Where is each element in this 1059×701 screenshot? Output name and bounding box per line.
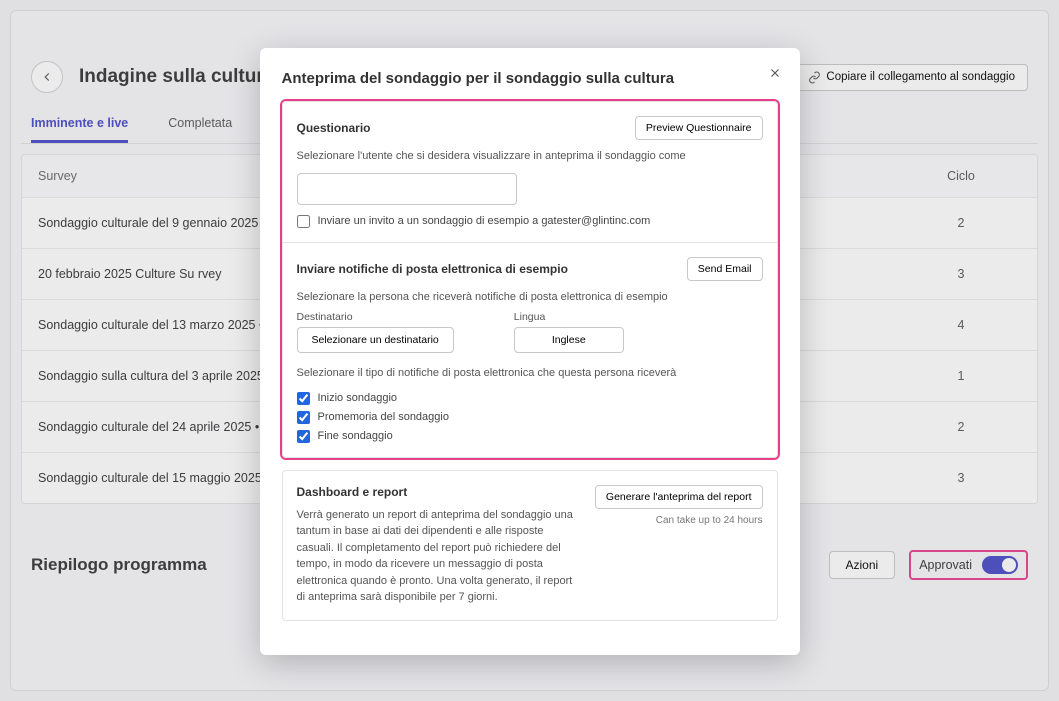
preview-as-user-input[interactable] xyxy=(297,173,517,205)
questionnaire-heading: Questionario xyxy=(297,121,371,135)
survey-end-checkbox[interactable] xyxy=(297,430,310,443)
recipient-select[interactable]: Selezionare un destinatario xyxy=(297,327,454,353)
close-icon xyxy=(768,66,782,80)
modal-title: Anteprima del sondaggio per il sondaggio… xyxy=(282,70,778,87)
report-note: Can take up to 24 hours xyxy=(595,515,763,526)
send-email-button[interactable]: Send Email xyxy=(687,257,763,281)
dashboard-report-section: Dashboard e report Verrà generato un rep… xyxy=(282,470,778,621)
questionnaire-section: Questionario Preview Questionnaire Selez… xyxy=(282,101,778,243)
survey-start-checkbox[interactable] xyxy=(297,392,310,405)
send-sample-invite-label: Inviare un invito a un sondaggio di esem… xyxy=(318,215,651,227)
survey-reminder-checkbox[interactable] xyxy=(297,411,310,424)
email-notifications-section: Inviare notifiche di posta elettronica d… xyxy=(282,243,778,458)
generate-report-preview-button[interactable]: Generare l'anteprima del report xyxy=(595,485,763,509)
preview-questionnaire-button[interactable]: Preview Questionnaire xyxy=(635,116,763,140)
dashboard-subtext: Verrà generato un report di anteprima de… xyxy=(297,507,583,606)
email-heading: Inviare notifiche di posta elettronica d… xyxy=(297,262,568,276)
close-button[interactable] xyxy=(764,62,786,84)
language-label: Lingua xyxy=(514,311,624,323)
recipient-label: Destinatario xyxy=(297,311,454,323)
survey-reminder-label: Promemoria del sondaggio xyxy=(318,411,449,423)
survey-start-label: Inizio sondaggio xyxy=(318,392,398,404)
modal-overlay: Anteprima del sondaggio per il sondaggio… xyxy=(0,0,1059,701)
survey-preview-modal: Anteprima del sondaggio per il sondaggio… xyxy=(260,48,800,655)
email-subtext: Selezionare la persona che riceverà noti… xyxy=(297,289,763,306)
survey-end-label: Fine sondaggio xyxy=(318,430,393,442)
send-sample-invite-checkbox[interactable] xyxy=(297,215,310,228)
notification-type-subtext: Selezionare il tipo di notifiche di post… xyxy=(297,365,763,382)
questionnaire-subtext: Selezionare l'utente che si desidera vis… xyxy=(297,148,763,165)
language-select[interactable]: Inglese xyxy=(514,327,624,353)
dashboard-heading: Dashboard e report xyxy=(297,485,408,499)
